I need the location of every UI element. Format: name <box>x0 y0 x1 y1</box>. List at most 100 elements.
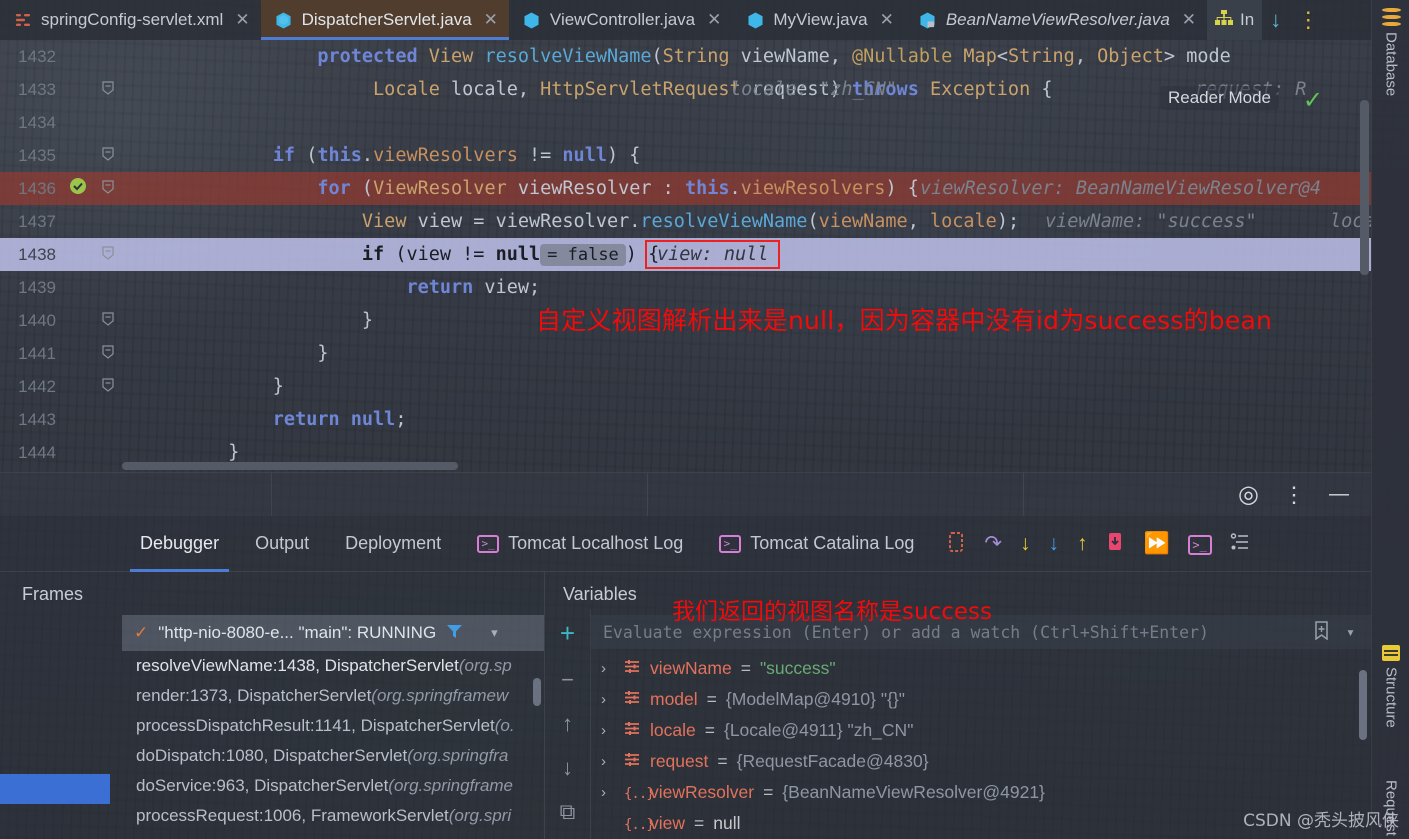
frames-list[interactable]: resolveViewName:1438, DispatcherServlet … <box>122 651 544 831</box>
tab-beannameviewresolver-java[interactable]: BeanNameViewResolver.java ✕ <box>905 0 1207 40</box>
variables-scrollbar[interactable] <box>1359 670 1367 740</box>
step-over-icon[interactable]: ↷ <box>984 533 1002 554</box>
close-icon[interactable]: ✕ <box>707 10 721 30</box>
frame-package: (org.springframew <box>371 686 509 705</box>
force-step-into-icon[interactable]: ↓ <box>1048 533 1059 554</box>
editor-horizontal-scrollbar[interactable] <box>122 462 458 470</box>
run-to-cursor-icon[interactable]: ⏩ <box>1143 533 1169 554</box>
close-icon[interactable]: ✕ <box>484 10 498 30</box>
download-sources-button[interactable]: ↓ <box>1262 0 1289 40</box>
close-icon[interactable]: ✕ <box>235 10 249 30</box>
chevron-right-icon[interactable]: › <box>601 691 615 708</box>
chevron-down-icon[interactable]: ▾ <box>1346 623 1355 641</box>
debugger-action-bar: ↷ ↓ ↓ ↑ ⏩ >_ <box>946 531 1249 557</box>
code-fold-toggle[interactable] <box>88 311 128 330</box>
editor-vertical-scrollbar[interactable] <box>1360 100 1369 275</box>
close-icon[interactable]: ✕ <box>880 10 894 30</box>
frames-scrollbar[interactable] <box>533 678 541 706</box>
variable-row[interactable]: › {..} viewResolver = {BeanNameViewResolve… <box>591 777 1371 808</box>
inspection-ok-icon[interactable]: ✓ <box>1303 86 1323 115</box>
evaluate-expression-icon[interactable]: >_ <box>1187 532 1212 555</box>
close-icon[interactable]: ✕ <box>1182 10 1196 30</box>
code-fold-toggle[interactable] <box>88 344 128 363</box>
frame-list-item[interactable]: processRequest:1006, FrameworkServlet (o… <box>122 801 544 831</box>
tab-dispatcherservlet-java[interactable]: DispatcherServlet.java ✕ <box>260 0 510 40</box>
copy-value-button[interactable]: ⧉ <box>560 799 576 825</box>
tab-tomcat-localhost-log[interactable]: >_ Tomcat Localhost Log <box>459 516 701 571</box>
settings-list-icon[interactable] <box>1230 532 1250 556</box>
frame-list-item[interactable]: doDispatch:1080, DispatcherServlet (org.… <box>122 741 544 771</box>
java-class-icon <box>522 10 542 30</box>
move-up-button[interactable]: ↑ <box>562 711 573 737</box>
step-out-icon[interactable]: ↑ <box>1077 533 1088 554</box>
step-into-icon[interactable]: ↓ <box>1020 533 1031 554</box>
rail-item-structure[interactable]: Structure <box>1372 645 1409 728</box>
code-line[interactable]: 1435 if (this.viewResolvers != null) { <box>0 139 1371 172</box>
code-line[interactable]: 1442 } <box>0 370 1371 403</box>
code-text: } <box>128 376 284 397</box>
code-line[interactable]: 1432 protected View resolveViewName(Stri… <box>0 40 1371 73</box>
variable-value: null <box>713 813 741 833</box>
line-number: 1437 <box>18 211 56 231</box>
move-down-button[interactable]: ↓ <box>562 755 573 781</box>
frame-list-item[interactable]: resolveViewName:1438, DispatcherServlet … <box>122 651 544 681</box>
code-fold-toggle[interactable] <box>88 245 128 264</box>
frame-package: (org.sp <box>458 656 512 675</box>
code-line[interactable]: 1437 View view = viewResolver.resolveVie… <box>0 205 1371 238</box>
frame-list-item[interactable]: processDispatchResult:1141, DispatcherSe… <box>122 711 544 741</box>
chevron-right-icon[interactable]: › <box>601 753 615 770</box>
code-fold-toggle[interactable] <box>88 377 128 396</box>
tab-overflow-menu-button[interactable]: ⋮ <box>1289 0 1327 40</box>
variable-row[interactable]: › request = {RequestFacade@4830} <box>591 746 1371 777</box>
breakpoint-verified-icon[interactable] <box>68 177 88 200</box>
remove-watch-button[interactable]: − <box>561 667 574 693</box>
tab-output[interactable]: Output <box>237 516 327 571</box>
frame-list-item[interactable]: render:1373, DispatcherServlet (org.spri… <box>122 681 544 711</box>
reader-mode-label[interactable]: Reader Mode <box>1159 86 1279 110</box>
tab-tomcat-catalina-log[interactable]: >_ Tomcat Catalina Log <box>701 516 932 571</box>
tab-deployment[interactable]: Deployment <box>327 516 459 571</box>
rail-item-database[interactable]: Database <box>1372 8 1409 96</box>
thread-selector[interactable]: ✓ "http-nio-8080-e... "main": RUNNING ▾ <box>122 615 544 651</box>
line-number: 1441 <box>18 343 56 363</box>
code-line[interactable]: 1441 } <box>0 337 1371 370</box>
add-watch-button[interactable]: + <box>560 618 575 649</box>
variable-row[interactable]: › locale = {Locale@4911} "zh_CN" <box>591 715 1371 746</box>
add-watch-icon[interactable] <box>1313 620 1330 644</box>
target-icon[interactable]: ◎ <box>1238 480 1259 509</box>
chevron-right-icon[interactable]: › <box>601 722 615 739</box>
tab-springconfig-servlet-xml[interactable]: springConfig-servlet.xml ✕ <box>0 0 261 40</box>
chevron-down-icon[interactable]: ▾ <box>491 625 498 641</box>
right-tool-rail: Database Structure Request <box>1371 0 1409 839</box>
tab-debugger[interactable]: Debugger <box>122 516 237 572</box>
minimize-icon[interactable]: — <box>1329 483 1349 506</box>
code-line[interactable]: 1438 if (view != null = false) {view: nul… <box>0 238 1371 271</box>
chevron-right-icon[interactable]: › <box>601 784 615 801</box>
frame-list-item[interactable]: doService:963, DispatcherServlet (org.sp… <box>122 771 544 801</box>
tab-label: DispatcherServlet.java <box>301 10 472 29</box>
more-vertical-icon[interactable]: ⋮ <box>1283 482 1305 508</box>
hierarchy-tab[interactable]: In <box>1207 0 1263 40</box>
tab-viewcontroller-java[interactable]: ViewController.java ✕ <box>509 0 732 40</box>
code-line[interactable]: 1443 return null; <box>0 403 1371 436</box>
code-line[interactable]: 1434 <box>0 106 1371 139</box>
code-fold-toggle[interactable] <box>88 80 128 99</box>
code-line[interactable]: 1439 return view; <box>0 271 1371 304</box>
mute-breakpoints-icon[interactable] <box>946 531 966 557</box>
code-editor[interactable]: 1432 protected View resolveViewName(Stri… <box>0 40 1371 472</box>
drop-frame-icon[interactable] <box>1105 531 1125 556</box>
code-fold-toggle[interactable] <box>88 146 128 165</box>
tab-myview-java[interactable]: MyView.java ✕ <box>732 0 904 40</box>
variable-value: {BeanNameViewResolver@4921} <box>782 782 1045 802</box>
filter-icon[interactable] <box>446 623 463 644</box>
variable-row[interactable]: › viewName = "success" <box>591 653 1371 684</box>
line-number: 1443 <box>18 409 56 429</box>
annotation-view-null-box: view: null <box>645 240 781 269</box>
code-fold-toggle[interactable] <box>88 179 128 198</box>
more-vertical-icon: ⋮ <box>1297 7 1320 32</box>
code-line[interactable]: 1436 for (ViewResolver viewResolver : th… <box>0 172 1371 205</box>
variable-value: {RequestFacade@4830} <box>736 751 929 771</box>
variable-row[interactable]: › model = {ModelMap@4910} "{}" <box>591 684 1371 715</box>
variable-value: {ModelMap@4910} "{}" <box>725 689 905 709</box>
chevron-right-icon[interactable]: › <box>601 660 615 677</box>
